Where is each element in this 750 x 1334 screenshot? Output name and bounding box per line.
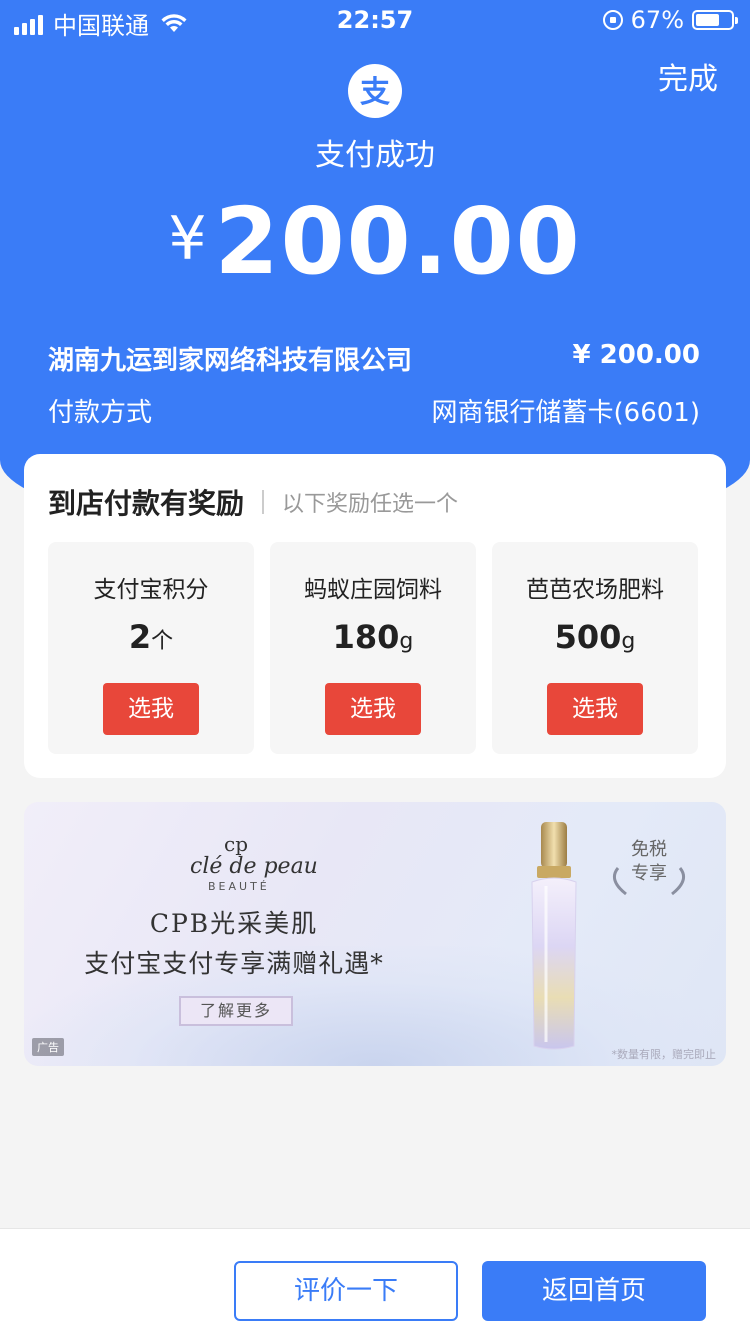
learn-more-button[interactable]: 了解更多 (179, 996, 293, 1026)
battery-icon (692, 10, 738, 30)
reward-option-name: 支付宝积分 (93, 577, 209, 603)
reward-option-name: 蚂蚁庄园饲料 (304, 577, 442, 603)
quantity-unit: 个 (151, 629, 174, 654)
status-right: 67% (602, 6, 738, 34)
reward-subtitle: 以下奖励任选一个 (282, 492, 459, 517)
reward-option-quantity: 500g (492, 618, 698, 656)
product-bottle-icon (531, 822, 577, 1050)
badge-line-1: 免税 (631, 839, 667, 860)
select-button[interactable]: 选我 (547, 683, 643, 735)
quantity-number: 180 (332, 618, 400, 656)
merchant-amount: ¥ 200.00 (572, 340, 700, 370)
laurel-icon (612, 867, 686, 896)
reward-title: 到店付款有奖励 (48, 487, 245, 520)
payment-method-label: 付款方式 (48, 398, 153, 428)
merchant-name: 湖南九运到家网络科技有限公司 (48, 346, 413, 376)
quantity-number: 2 (128, 618, 152, 656)
reward-option-name: 芭芭农场肥料 (526, 577, 664, 603)
battery-percent: 67% (630, 6, 684, 34)
reward-option-feed: 蚂蚁庄园饲料 180g 选我 (270, 542, 476, 754)
quantity-unit: g (399, 629, 414, 654)
rate-button[interactable]: 评价一下 (234, 1261, 458, 1321)
reward-option-quantity: 180g (270, 618, 476, 656)
select-button[interactable]: 选我 (103, 683, 199, 735)
ad-disclaimer: *数量有限，赠完即止 (611, 1048, 717, 1061)
amount-value: 200.00 (214, 188, 582, 295)
bottom-action-bar: 评价一下 返回首页 (0, 1228, 750, 1334)
payment-amount: ¥200.00 (0, 188, 750, 295)
reward-option-points: 支付宝积分 2个 选我 (48, 542, 254, 754)
orientation-lock-icon (602, 10, 623, 30)
payment-method-value: 网商银行储蓄卡(6601) (431, 398, 700, 428)
ad-brand-sub: BEAUTÉ (208, 880, 270, 893)
brand-logo-icon: cp (224, 832, 249, 856)
reward-divider (262, 490, 265, 514)
quantity-number: 500 (554, 618, 622, 656)
reward-header: 到店付款有奖励 以下奖励任选一个 (48, 482, 458, 522)
merchant-row: 湖南九运到家网络科技有限公司 ¥ 200.00 (48, 340, 700, 377)
select-button[interactable]: 选我 (325, 683, 421, 735)
payment-method-row: 付款方式 网商银行储蓄卡(6601) (48, 392, 700, 429)
done-button[interactable]: 完成 (658, 54, 718, 98)
alipay-logo-icon: 支 (348, 64, 402, 118)
ad-banner[interactable]: cp clé de peau BEAUTÉ CPB光采美肌 支付宝支付专享满赠礼… (24, 802, 726, 1066)
battery-fill (696, 14, 719, 26)
ad-tag: 广告 (32, 1038, 64, 1056)
ad-brand: clé de peau (190, 854, 318, 879)
quantity-unit: g (621, 629, 636, 654)
reward-option-fertilizer: 芭芭农场肥料 500g 选我 (492, 542, 698, 754)
reward-card: 到店付款有奖励 以下奖励任选一个 支付宝积分 2个 选我 蚂蚁庄园饲料 180g… (24, 454, 726, 778)
payment-status-title: 支付成功 (315, 138, 435, 173)
return-home-button[interactable]: 返回首页 (482, 1261, 706, 1321)
ad-headline: CPB光采美肌 (149, 909, 319, 938)
status-bar: 中国联通 22:57 67% (0, 0, 750, 44)
currency-symbol: ¥ (168, 204, 207, 274)
duty-free-badge: 免税 专享 (604, 838, 694, 918)
svg-text:支: 支 (360, 75, 390, 110)
reward-options: 支付宝积分 2个 选我 蚂蚁庄园饲料 180g 选我 芭芭农场肥料 500g 选… (48, 542, 698, 754)
ad-subheadline: 支付宝支付专享满赠礼遇* (84, 949, 384, 978)
reward-option-quantity: 2个 (48, 618, 254, 656)
